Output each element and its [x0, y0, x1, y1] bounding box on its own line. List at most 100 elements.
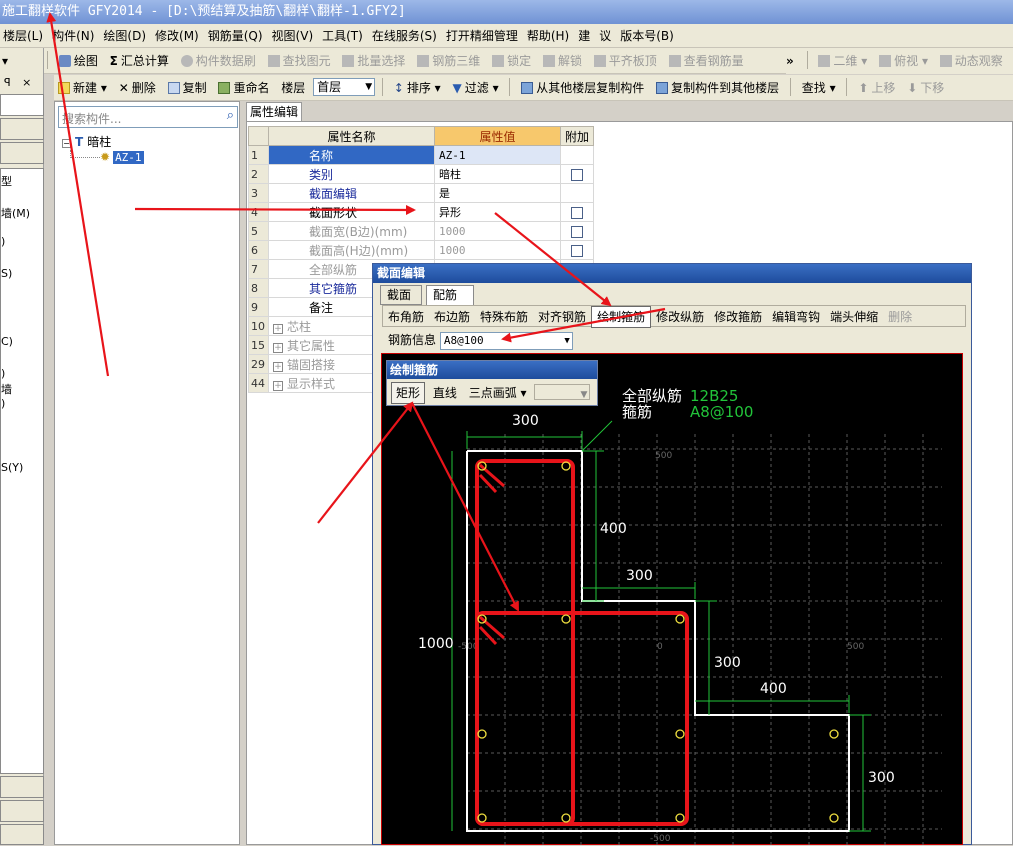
search-icon[interactable]: ⌕ — [227, 108, 234, 123]
menu-item[interactable]: 楼层(L) — [0, 24, 46, 48]
expand-icon[interactable]: + — [273, 342, 283, 353]
expand-icon[interactable]: + — [273, 361, 283, 372]
filter-button[interactable]: ▼ 过滤 ▾ — [449, 75, 503, 101]
menu-item[interactable]: 构件(N) — [49, 24, 97, 48]
rename-button[interactable]: 重命名 — [214, 75, 273, 101]
menu-item[interactable]: 钢筋量(Q) — [205, 24, 266, 48]
view-mode-select[interactable]: 二维 ▾ — [814, 48, 871, 74]
property-row[interactable]: 6 截面高(H边)(mm) 1000 — [248, 240, 595, 260]
view-rebar-button[interactable]: 查看钢筋量 — [665, 48, 748, 74]
new-button[interactable]: 新建 ▾ — [54, 75, 111, 101]
menu-item[interactable]: 建 — [575, 24, 593, 48]
property-row[interactable]: 4 截面形状 异形 — [248, 202, 595, 222]
dynamic-view-button[interactable]: 动态观察 — [936, 48, 1007, 74]
left-list-item[interactable]: ) — [1, 397, 5, 410]
property-row[interactable]: 3 截面编辑 是 — [248, 183, 595, 203]
tree-root[interactable]: − T 暗柱 — [62, 134, 111, 150]
property-value[interactable]: 是 — [434, 183, 561, 203]
left-button-1[interactable] — [0, 776, 44, 798]
menu-item[interactable]: 修改(M) — [152, 24, 202, 48]
view-rebar-icon — [668, 55, 681, 67]
tab-property-edit[interactable]: 属性编辑 — [246, 102, 302, 122]
line-button[interactable]: 直线 — [429, 383, 461, 403]
dock-dropdown[interactable]: ▾ — [2, 52, 42, 70]
extra-checkbox[interactable] — [571, 206, 583, 219]
rebar-info-input[interactable]: A8@100 ▼ — [439, 332, 573, 350]
left-button-2[interactable] — [0, 800, 44, 822]
delete-button[interactable]: ✕ 删除 — [115, 75, 160, 101]
component-brush-button[interactable]: 构件数据刷 — [177, 48, 260, 74]
menu-item[interactable]: 打开精细管理 — [443, 24, 521, 48]
close-icon[interactable]: × — [22, 76, 31, 89]
left-list-item[interactable]: ) — [1, 367, 5, 380]
left-list-item[interactable]: C) — [1, 335, 13, 348]
property-value[interactable]: 暗柱 — [434, 164, 561, 184]
left-list-item[interactable]: 墙 — [1, 381, 12, 397]
left-list-item[interactable]: S(Y) — [1, 461, 23, 474]
property-value[interactable]: 1000 — [434, 221, 561, 241]
menu-item[interactable]: 视图(V) — [269, 24, 317, 48]
overlook-select[interactable]: 俯视 ▾ — [875, 48, 932, 74]
rebar-tool-button[interactable]: 编辑弯钩 — [767, 307, 825, 327]
copy-from-floor-button[interactable]: 从其他楼层复制构件 — [517, 75, 648, 101]
batch-select-button[interactable]: 批量选择 — [338, 48, 409, 74]
copy-button[interactable]: 复制 — [164, 75, 211, 101]
rebar-tool-button[interactable]: 绘制箍筋 — [591, 306, 652, 328]
tree-item-az1[interactable]: ✹ AZ-1 — [100, 150, 144, 165]
pin-icon[interactable]: ꟼ — [4, 76, 11, 89]
sort-button[interactable]: ↕ 排序 ▾ — [390, 75, 445, 101]
rebar-tool-button[interactable]: 删除 — [883, 307, 917, 327]
left-list-item[interactable]: 墙(M) — [1, 205, 30, 221]
sum-button[interactable]: Σ 汇总计算 — [106, 48, 173, 74]
property-row[interactable]: 1 名称 AZ-1 — [248, 145, 595, 165]
move-down-button[interactable]: ⬇ 下移 — [903, 75, 948, 101]
tab-section[interactable]: 截面 — [380, 285, 422, 305]
property-value[interactable]: AZ-1 — [434, 145, 561, 165]
menu-item[interactable]: 议 — [596, 24, 614, 48]
menu-item[interactable]: 绘图(D) — [100, 24, 149, 48]
extra-checkbox[interactable] — [571, 244, 583, 257]
rebar-tool-button[interactable]: 修改箍筋 — [709, 307, 767, 327]
left-list-item[interactable]: 型 — [1, 173, 12, 189]
section-canvas[interactable]: 500 -500 0 500 -500 300 400 300 300 400 … — [381, 353, 963, 846]
rebar-3d-button[interactable]: 钢筋三维 — [413, 48, 484, 74]
rebar-tool-button[interactable]: 对齐钢筋 — [533, 307, 591, 327]
extra-checkbox[interactable] — [571, 168, 583, 181]
menu-item[interactable]: 在线服务(S) — [369, 24, 440, 48]
copy-to-floor-button[interactable]: 复制构件到其他楼层 — [652, 75, 783, 101]
arc-option-select[interactable]: ▼ — [534, 384, 591, 400]
property-value[interactable]: 1000 — [434, 240, 561, 260]
find-element-button[interactable]: 查找图元 — [264, 48, 335, 74]
draw-button[interactable]: 绘图 — [55, 48, 102, 74]
three-point-arc-button[interactable]: 三点画弧 ▾ — [465, 383, 531, 403]
lock-button[interactable]: 锁定 — [488, 48, 535, 74]
expand-icon[interactable]: + — [273, 323, 283, 334]
left-list-item[interactable]: S) — [1, 267, 12, 280]
property-row[interactable]: 5 截面宽(B边)(mm) 1000 — [248, 221, 595, 241]
menu-item[interactable]: 帮助(H) — [524, 24, 572, 48]
menu-item[interactable]: 工具(T) — [319, 24, 366, 48]
rectangle-button[interactable]: 矩形 — [391, 382, 426, 404]
left-search[interactable] — [0, 94, 44, 116]
tab-reinforcement[interactable]: 配筋 — [426, 285, 474, 305]
align-slab-button[interactable]: 平齐板顶 — [590, 48, 661, 74]
rebar-tool-button[interactable]: 特殊布筋 — [475, 307, 533, 327]
collapse-icon[interactable]: − — [62, 139, 71, 148]
unlock-button[interactable]: 解锁 — [539, 48, 586, 74]
rebar-tool-button[interactable]: 修改纵筋 — [651, 307, 709, 327]
floor-select[interactable]: 首层 ▼ — [313, 78, 376, 96]
rebar-tool-button[interactable]: 端头伸缩 — [825, 307, 883, 327]
find-button[interactable]: 查找 ▾ — [798, 75, 840, 101]
extra-checkbox[interactable] — [571, 225, 583, 238]
component-search-input[interactable]: 搜索构件... ⌕ — [58, 106, 238, 128]
rebar-tool-button[interactable]: 布角筋 — [383, 307, 429, 327]
menu-item[interactable]: 版本号(B) — [617, 24, 677, 48]
rebar-tool-button[interactable]: 布边筋 — [429, 307, 475, 327]
left-button-3[interactable] — [0, 824, 44, 845]
property-row[interactable]: 2 类别 暗柱 — [248, 164, 595, 184]
move-up-button[interactable]: ⬆ 上移 — [854, 75, 899, 101]
property-value[interactable]: 异形 — [434, 202, 561, 222]
expand-icon[interactable]: + — [273, 380, 283, 391]
overflow-icon[interactable]: » — [786, 54, 794, 68]
left-list-item[interactable]: ) — [1, 235, 5, 248]
